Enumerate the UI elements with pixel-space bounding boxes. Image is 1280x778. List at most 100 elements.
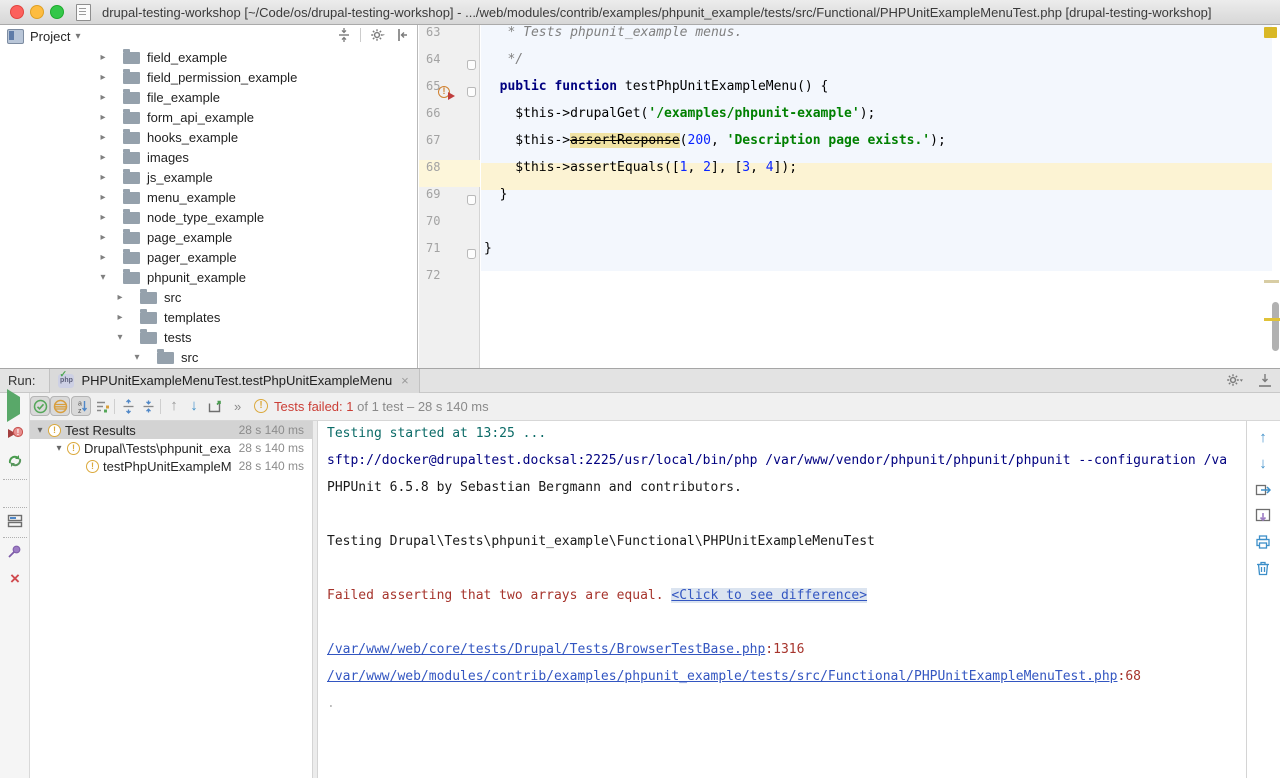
scroll-to-end-icon[interactable] <box>1255 508 1271 524</box>
chevron-right-icon[interactable]: ▸ <box>97 108 109 128</box>
console-link[interactable]: /var/www/web/modules/contrib/examples/ph… <box>327 669 1118 684</box>
project-tree-item-js_example[interactable]: ▸js_example <box>0 168 417 188</box>
project-panel-title[interactable]: Project <box>30 29 70 44</box>
rerun-failed-tests-button[interactable]: ! <box>7 425 23 441</box>
code-line-69[interactable]: } <box>484 187 507 214</box>
project-tree-item-phpunit_example[interactable]: ▾phpunit_example <box>0 268 417 288</box>
more-actions-icon[interactable]: » <box>234 393 242 421</box>
close-run-panel-button[interactable]: × <box>7 571 23 587</box>
code-line-68[interactable]: $this->assertEquals([1, 2], [3, 4]); <box>484 160 797 187</box>
project-tree-item-templates[interactable]: ▸templates <box>0 308 417 328</box>
chevron-down-icon[interactable]: ▾ <box>114 328 126 348</box>
show-ignored-button[interactable] <box>50 396 70 416</box>
gutter-row[interactable]: 72 <box>419 268 480 295</box>
chevron-down-icon[interactable]: ▾ <box>34 425 46 436</box>
chevron-right-icon[interactable]: ▸ <box>97 88 109 108</box>
project-tree-item-tests[interactable]: ▾tests <box>0 328 417 348</box>
editor[interactable]: 636465!66676869707172 * Tests phpunit_ex… <box>419 25 1280 368</box>
gutter-row[interactable]: 68 <box>419 160 480 187</box>
chevron-right-icon[interactable]: ▸ <box>114 288 126 308</box>
project-tree-item-field_permission_example[interactable]: ▸field_permission_example <box>0 68 417 88</box>
gutter-row[interactable]: 67 <box>419 133 480 160</box>
clear-console-icon[interactable] <box>1255 560 1271 576</box>
gutter-row[interactable]: 70 <box>419 214 480 241</box>
gear-icon[interactable] <box>370 28 386 42</box>
editor-gutter[interactable]: 636465!66676869707172 <box>419 25 480 368</box>
project-tree-item-page_example[interactable]: ▸page_example <box>0 228 417 248</box>
show-passed-button[interactable] <box>30 396 50 416</box>
console-link[interactable]: <Click to see difference> <box>671 588 867 603</box>
project-tree-item-hooks_example[interactable]: ▸hooks_example <box>0 128 417 148</box>
rerun-test-button[interactable] <box>7 397 23 413</box>
chevron-down-icon[interactable]: ▾ <box>53 443 65 454</box>
inspection-status-indicator[interactable] <box>1264 27 1277 38</box>
code-line-71[interactable]: } <box>484 241 492 268</box>
console-link[interactable]: /var/www/web/core/tests/Drupal/Tests/Bro… <box>327 642 765 657</box>
gutter-row[interactable]: 64 <box>419 52 480 79</box>
code-fold-icon[interactable] <box>467 87 476 97</box>
gutter-row[interactable]: 71 <box>419 241 480 268</box>
stop-button[interactable] <box>7 485 23 501</box>
run-settings-gear-icon[interactable] <box>1226 373 1244 387</box>
chevron-right-icon[interactable]: ▸ <box>97 228 109 248</box>
hide-run-panel-icon[interactable] <box>1258 373 1272 387</box>
gutter-row[interactable]: 66 <box>419 106 480 133</box>
jump-to-source-icon[interactable] <box>1255 482 1271 498</box>
gutter-row[interactable]: 69 <box>419 187 480 214</box>
code-fold-icon[interactable] <box>467 249 476 259</box>
code-line-64[interactable]: */ <box>484 52 523 79</box>
test-tree-row[interactable]: !testPhpUnitExampleM28 s 140 ms <box>30 457 312 475</box>
sort-by-duration-button[interactable] <box>92 396 112 416</box>
chevron-right-icon[interactable]: ▸ <box>97 48 109 68</box>
code-line-66[interactable]: $this->drupalGet('/examples/phpunit-exam… <box>484 106 875 133</box>
import-test-results-button[interactable] <box>204 396 224 416</box>
chevron-down-icon[interactable]: ▾ <box>131 348 143 368</box>
run-tab[interactable]: php PHPUnitExampleMenuTest.testPhpUnitEx… <box>49 369 419 393</box>
close-window-button[interactable] <box>10 5 24 19</box>
gutter-row[interactable]: 63 <box>419 25 480 52</box>
console-output[interactable]: Testing started at 13:25 ...sftp://docke… <box>318 421 1247 778</box>
next-stacktrace-icon[interactable]: ↓ <box>1255 456 1271 472</box>
test-tree-row[interactable]: ▾!Drupal\Tests\phpunit_exa28 s 140 ms <box>30 439 312 457</box>
hide-panel-icon[interactable] <box>395 28 409 42</box>
project-tree-item-src[interactable]: ▾src <box>0 348 417 368</box>
collapse-all-icon[interactable] <box>337 28 351 42</box>
project-tree-item-pager_example[interactable]: ▸pager_example <box>0 248 417 268</box>
project-tree-item-images[interactable]: ▸images <box>0 148 417 168</box>
test-tree-row[interactable]: ▾!Test Results28 s 140 ms <box>30 421 312 439</box>
chevron-right-icon[interactable]: ▸ <box>97 168 109 188</box>
chevron-down-icon[interactable]: ▾ <box>75 31 80 42</box>
restore-layout-button[interactable] <box>7 513 23 529</box>
project-tree-item-menu_example[interactable]: ▸menu_example <box>0 188 417 208</box>
prev-stacktrace-icon[interactable]: ↑ <box>1255 430 1271 446</box>
toggle-auto-test-button[interactable] <box>7 453 23 469</box>
chevron-right-icon[interactable]: ▸ <box>97 208 109 228</box>
code-line-65[interactable]: public function testPhpUnitExampleMenu()… <box>484 79 828 106</box>
chevron-right-icon[interactable]: ▸ <box>114 308 126 328</box>
next-failed-test-button[interactable]: ↓ <box>184 396 204 416</box>
failed-test-gutter-icon[interactable]: ! <box>438 86 450 98</box>
code-fold-icon[interactable] <box>467 60 476 70</box>
minimize-window-button[interactable] <box>30 5 44 19</box>
pin-tab-icon[interactable] <box>7 543 23 559</box>
chevron-right-icon[interactable]: ▸ <box>97 68 109 88</box>
project-tree-item-src[interactable]: ▸src <box>0 288 417 308</box>
project-tree-item-field_example[interactable]: ▸field_example <box>0 48 417 68</box>
previous-failed-test-button[interactable]: ↑ <box>164 396 184 416</box>
zoom-window-button[interactable] <box>50 5 64 19</box>
expand-all-button[interactable] <box>118 396 138 416</box>
editor-scrollbar-thumb[interactable] <box>1272 302 1279 351</box>
chevron-right-icon[interactable]: ▸ <box>97 248 109 268</box>
code-line-63[interactable]: * Tests phpunit_example menus. <box>484 25 742 52</box>
collapse-all-button[interactable] <box>138 396 158 416</box>
chevron-right-icon[interactable]: ▸ <box>97 188 109 208</box>
gutter-row[interactable]: 65! <box>419 79 480 106</box>
project-tree-item-form_api_example[interactable]: ▸form_api_example <box>0 108 417 128</box>
print-icon[interactable] <box>1255 534 1271 550</box>
chevron-right-icon[interactable]: ▸ <box>97 128 109 148</box>
project-tree-item-file_example[interactable]: ▸file_example <box>0 88 417 108</box>
chevron-down-icon[interactable]: ▾ <box>97 268 109 288</box>
project-tree-item-node_type_example[interactable]: ▸node_type_example <box>0 208 417 228</box>
close-tab-icon[interactable]: × <box>401 373 409 388</box>
sort-alphabetically-button[interactable]: az <box>71 396 91 416</box>
